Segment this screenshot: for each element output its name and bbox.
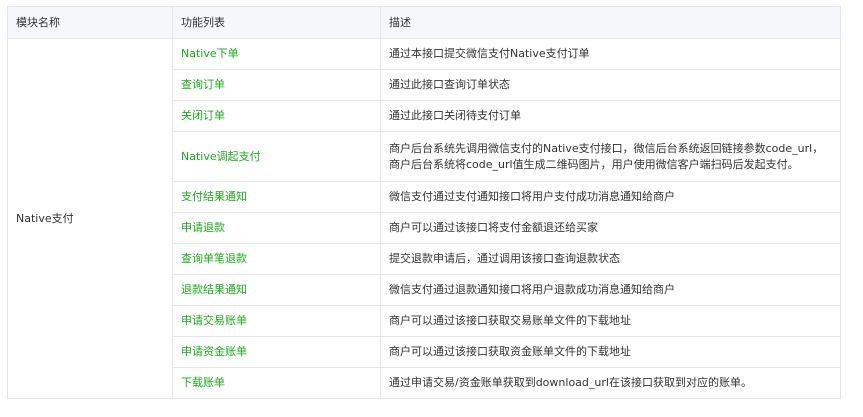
description-cell: 商户可以通过该接口将支付金额退还给买家 bbox=[380, 212, 841, 244]
description-cell: 通过申请交易/资金账单获取到download_url在该接口获取到对应的账单。 bbox=[380, 367, 841, 399]
header-module-name: 模块名称 bbox=[7, 6, 173, 39]
description-cell: 通过此接口关闭待支付订单 bbox=[380, 100, 841, 132]
function-cell: 查询订单 bbox=[172, 69, 381, 101]
description-cell: 通过本接口提交微信支付Native支付订单 bbox=[380, 38, 841, 70]
table-row: Native支付 Native下单 通过本接口提交微信支付Native支付订单 bbox=[7, 38, 841, 399]
header-description: 描述 bbox=[380, 6, 841, 39]
function-link[interactable]: 查询单笔退款 bbox=[181, 252, 247, 265]
api-table: 模块名称 功能列表 描述 Native支付 Native下单 通过本接口提交微信… bbox=[7, 6, 841, 399]
function-cell: 支付结果通知 bbox=[172, 181, 381, 213]
function-link[interactable]: 退款结果通知 bbox=[181, 283, 247, 296]
function-cell: 查询单笔退款 bbox=[172, 243, 381, 275]
function-cell: 关闭订单 bbox=[172, 100, 381, 132]
function-cell: 申请资金账单 bbox=[172, 336, 381, 368]
function-link[interactable]: 支付结果通知 bbox=[181, 190, 247, 203]
function-link[interactable]: 关闭订单 bbox=[181, 109, 225, 122]
function-cell: 退款结果通知 bbox=[172, 274, 381, 306]
function-link[interactable]: 申请交易账单 bbox=[181, 314, 247, 327]
function-cell: 下载账单 bbox=[172, 367, 381, 399]
function-cell: Native调起支付 bbox=[172, 131, 381, 182]
api-table-container: 模块名称 功能列表 描述 Native支付 Native下单 通过本接口提交微信… bbox=[7, 6, 841, 399]
function-cell: 申请退款 bbox=[172, 212, 381, 244]
function-link[interactable]: Native下单 bbox=[181, 47, 239, 60]
header-function-list: 功能列表 bbox=[172, 6, 381, 39]
description-cell: 通过此接口查询订单状态 bbox=[380, 69, 841, 101]
function-link[interactable]: 申请资金账单 bbox=[181, 345, 247, 358]
function-link[interactable]: 查询订单 bbox=[181, 78, 225, 91]
description-cell: 商户可以通过该接口获取交易账单文件的下载地址 bbox=[380, 305, 841, 337]
description-cell: 商户后台系统先调用微信支付的Native支付接口，微信后台系统返回链接参数cod… bbox=[380, 131, 841, 182]
function-link[interactable]: Native调起支付 bbox=[181, 150, 261, 163]
description-cell: 提交退款申请后，通过调用该接口查询退款状态 bbox=[380, 243, 841, 275]
function-link[interactable]: 下载账单 bbox=[181, 376, 225, 389]
table-header-row: 模块名称 功能列表 描述 bbox=[7, 6, 841, 39]
description-cell: 商户可以通过该接口获取资金账单文件的下载地址 bbox=[380, 336, 841, 368]
function-cell: Native下单 bbox=[172, 38, 381, 70]
function-link[interactable]: 申请退款 bbox=[181, 221, 225, 234]
description-cell: 微信支付通过支付通知接口将用户支付成功消息通知给商户 bbox=[380, 181, 841, 213]
description-cell: 微信支付通过退款通知接口将用户退款成功消息通知给商户 bbox=[380, 274, 841, 306]
module-name-cell: Native支付 bbox=[7, 38, 173, 399]
function-cell: 申请交易账单 bbox=[172, 305, 381, 337]
